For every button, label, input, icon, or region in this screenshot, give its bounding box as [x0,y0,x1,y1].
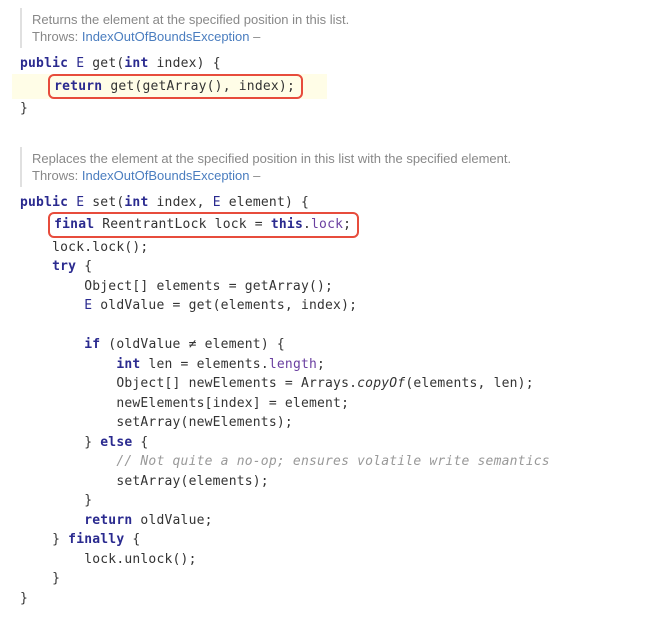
close: ); [279,79,295,94]
assign-element: newElements[index] = element; [116,396,349,411]
param2-name: element [229,195,285,210]
code-set-method: public E set(int index, E element) { fin… [20,193,647,609]
newel-assign: newElements = Arrays. [181,376,358,391]
field-length: length [269,357,317,372]
throws-dash: – [253,29,260,44]
call-get: get [110,79,134,94]
ret-type: E [76,195,84,210]
brace-close: } [20,591,28,606]
highlight-box: return get(getArray(), index); [48,74,303,100]
brace-close: } [84,435,100,450]
brace-close: } [20,101,28,116]
if-cond: (oldValue ≠ element) { [100,337,285,352]
brace: { [132,435,148,450]
brace-close: } [52,571,60,586]
var-lock: lock [215,217,247,232]
kw-this: this [271,217,303,232]
throws-label: Throws: [32,168,78,183]
lock-unlock: lock.unlock(); [84,552,196,567]
param1-name: index [157,195,197,210]
brace: { [124,532,140,547]
javadoc-desc: Returns the element at the specified pos… [32,12,647,27]
comma: , [197,195,213,210]
highlight-box: final ReentrantLock lock = this.lock; [48,212,359,238]
setarray-elements: setArray(elements); [116,474,269,489]
comment-noop: // Not quite a no-op; ensures volatile w… [116,454,549,469]
kw-try: try [52,259,76,274]
semi: ; [343,217,351,232]
type-reentrantlock: ReentrantLock [102,217,206,232]
param1-type: int [124,195,148,210]
arg-index: index [239,79,279,94]
param-type: int [124,56,148,71]
method-name: set [92,195,116,210]
param-name: index [157,56,197,71]
throws-label: Throws: [32,29,78,44]
comma: , [223,79,239,94]
kw-return: return [54,79,102,94]
line5-rest: oldValue = get(elements, index); [92,298,357,313]
method-name: get [92,56,116,71]
brace-open: { [213,56,221,71]
copyof: copyOf [357,376,405,391]
kw-return: return [84,513,132,528]
dot: . [303,217,311,232]
kw-public: public [20,56,68,71]
javadoc-throws: Throws: IndexOutOfBoundsException – [32,168,647,183]
kw-finally: finally [68,532,124,547]
ret-type: E [76,56,84,71]
copyof-args: (elements, len); [405,376,533,391]
paren-close: ) [285,195,293,210]
brace-close: } [84,493,92,508]
return-oldvalue: oldValue; [132,513,212,528]
brace-close: } [52,532,68,547]
param2-type: E [213,195,221,210]
len-assign: len = elements. [140,357,268,372]
javadoc-set: Replaces the element at the specified po… [20,147,647,187]
kw-final: final [54,217,94,232]
paren-empty: () [207,79,223,94]
kw-int: int [116,357,140,372]
javadoc-desc: Replaces the element at the specified po… [32,151,647,166]
kw-else: else [100,435,132,450]
paren-close: ) [197,56,205,71]
javadoc-get: Returns the element at the specified pos… [20,8,647,48]
kw-public: public [20,195,68,210]
highlighted-line: return get(getArray(), index); [12,74,327,100]
brace: { [76,259,92,274]
type-object-arr: Object[] [116,376,180,391]
type-object-arr: Object[] [84,279,148,294]
setarray-new: setArray(newElements); [116,415,293,430]
field-lock: lock [311,217,343,232]
code-get-method: public E get(int index) { return get(get… [20,54,647,119]
lock-lock: lock.lock(); [52,240,148,255]
brace-open: { [301,195,309,210]
eq: = [247,217,271,232]
kw-if: if [84,337,100,352]
throws-link[interactable]: IndexOutOfBoundsException [82,168,250,183]
javadoc-throws: Throws: IndexOutOfBoundsException – [32,29,647,44]
throws-dash: – [253,168,260,183]
call-getarray: getArray [142,79,206,94]
throws-link[interactable]: IndexOutOfBoundsException [82,29,250,44]
semi: ; [317,357,325,372]
line4-rest: elements = getArray(); [148,279,333,294]
